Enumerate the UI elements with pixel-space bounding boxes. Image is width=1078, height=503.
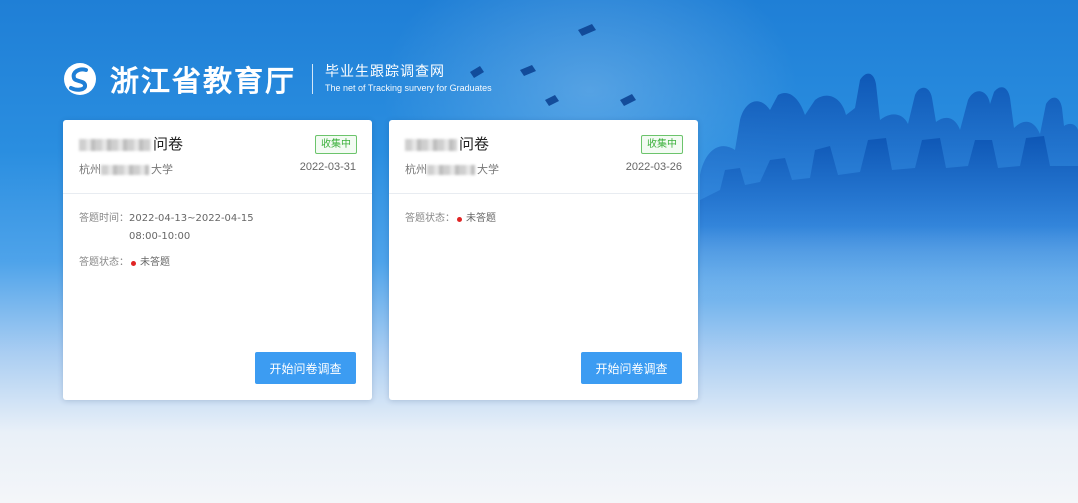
survey-card-header: 问卷 收集中 杭州 大学 2022-03-26 [389, 120, 698, 194]
answer-status-label: 答题状态： [79, 257, 129, 268]
answer-status-row: 答题状态： 未答题 [79, 254, 356, 272]
survey-card[interactable]: 问卷 收集中 杭州 大学 2022-03-31 答题时间： 2022-04-13~… [63, 120, 372, 400]
system-title-cn: 毕业生跟踪调查网 [325, 64, 446, 80]
survey-card-header: 问卷 收集中 杭州 大学 2022-03-31 [63, 120, 372, 194]
collecting-status-badge: 收集中 [315, 135, 357, 154]
org-title: 浙江省教育厅 [110, 64, 297, 98]
start-survey-button[interactable]: 开始问卷调查 [255, 352, 356, 384]
answer-status-value: 未答题 [466, 213, 496, 224]
education-logo-icon [64, 63, 96, 95]
start-survey-button[interactable]: 开始问卷调查 [581, 352, 682, 384]
school-name: 杭州 大学 [405, 163, 499, 176]
survey-title: 问卷 [405, 133, 489, 154]
site-brand: 浙江省教育厅 毕业生跟踪调查网 The net of Tracking surv… [62, 58, 492, 100]
brand-divider [312, 64, 314, 94]
answer-status-label: 答题状态： [405, 213, 455, 224]
system-title: 毕业生跟踪调查网 The net of Tracking survery for… [325, 63, 492, 95]
status-dot-icon [131, 260, 136, 266]
answer-time-value: 2022-04-13~2022-04-15 08:00-10:00 [129, 213, 254, 242]
redacted-text [405, 138, 457, 151]
answer-status-value: 未答题 [140, 257, 170, 268]
survey-card[interactable]: 问卷 收集中 杭州 大学 2022-03-26 答题状态： 未答题 开始问卷调查 [389, 120, 698, 400]
school-name: 杭州 大学 [79, 163, 173, 176]
answer-status-row: 答题状态： 未答题 [405, 210, 682, 228]
survey-card-body: 答题时间： 2022-04-13~2022-04-15 08:00-10:00 … [63, 194, 372, 272]
redacted-text [427, 165, 475, 175]
publish-date: 2022-03-31 [299, 161, 356, 173]
collecting-status-badge: 收集中 [641, 135, 683, 154]
system-title-en: The net of Tracking survery for Graduate… [325, 83, 492, 93]
answer-time-label: 答题时间： [79, 213, 129, 224]
survey-title: 问卷 [79, 133, 183, 154]
survey-card-body: 答题状态： 未答题 [389, 194, 698, 228]
redacted-text [79, 138, 151, 151]
answer-time-row: 答题时间： 2022-04-13~2022-04-15 08:00-10:00 [79, 210, 356, 246]
status-dot-icon [457, 216, 462, 222]
publish-date: 2022-03-26 [625, 161, 682, 173]
redacted-text [101, 165, 149, 175]
